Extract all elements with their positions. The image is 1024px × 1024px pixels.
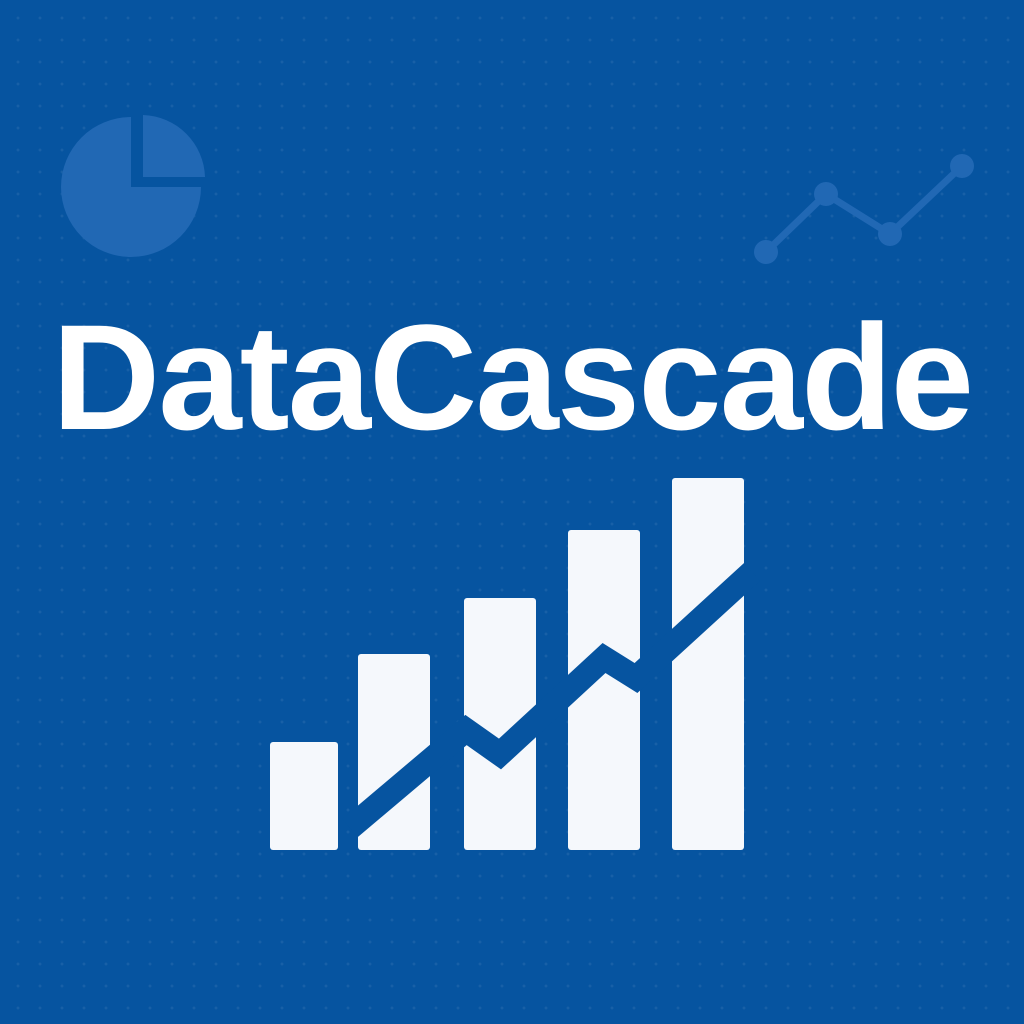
logo-bars: [270, 478, 744, 850]
logo-bar-1: [270, 742, 338, 850]
brand-wordmark: DataCascade: [51, 293, 974, 461]
logo-bar-5: [672, 478, 744, 850]
brand-canvas: DataCascade: [0, 0, 1024, 1024]
line-chart-icon: [754, 154, 974, 264]
pie-chart-icon: [61, 115, 205, 257]
rising-bar-chart-with-trend-line-icon: [270, 478, 761, 850]
